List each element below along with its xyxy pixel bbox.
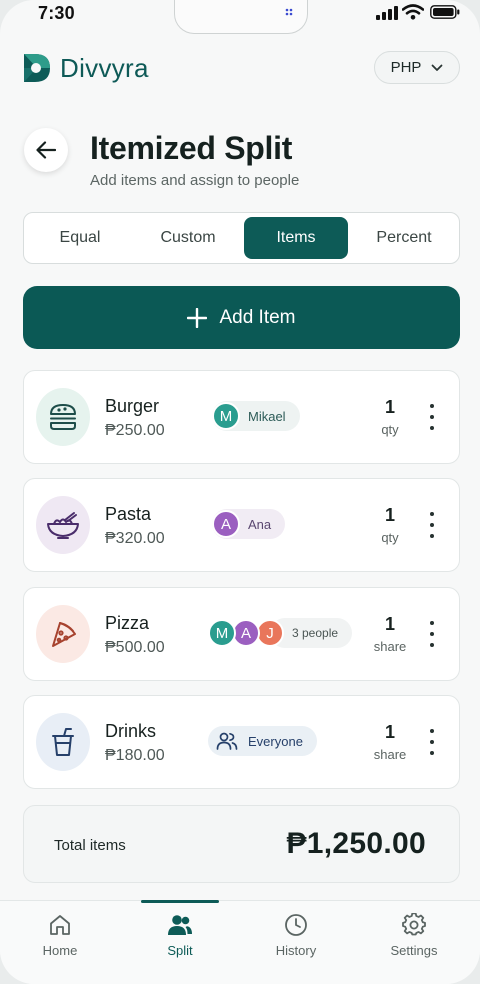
- assignee-chip[interactable]: A Ana: [212, 509, 286, 539]
- avatar: J: [256, 619, 284, 647]
- arrow-left-icon: [36, 141, 56, 159]
- item-quantity: 1: [384, 397, 395, 417]
- nav-label: Settings: [390, 943, 438, 958]
- total-summary: Total items ₱1,250.00: [23, 805, 460, 883]
- assignee-pill: Everyone: [208, 726, 317, 756]
- item-quantity: 1: [384, 614, 395, 634]
- item-unit: share: [373, 639, 407, 654]
- clock-icon: [285, 914, 307, 936]
- more-options-icon[interactable]: [426, 512, 438, 538]
- item-unit: share: [373, 747, 407, 762]
- assignee-chip[interactable]: M Mikael: [212, 401, 300, 431]
- nav-item-home[interactable]: Home: [20, 913, 100, 958]
- camera-icon: [285, 8, 293, 16]
- bottom-navigation: Home Split History Settings: [0, 900, 480, 984]
- chevron-down-icon: [432, 64, 443, 71]
- wifi-icon: [402, 4, 424, 20]
- item-quantity: 1: [384, 722, 395, 742]
- phone-screen: 7:30 Divvyra PHP Itemized Split Add item…: [0, 0, 480, 984]
- nav-item-history[interactable]: History: [256, 913, 336, 958]
- nav-label: Split: [167, 943, 193, 958]
- plus-icon: [187, 307, 208, 328]
- pasta-bowl-icon: [47, 512, 79, 539]
- tab-items[interactable]: Items: [244, 217, 348, 259]
- drink-cup-icon: [52, 728, 74, 756]
- nav-item-settings[interactable]: Settings: [374, 913, 454, 958]
- assignee-chip[interactable]: Everyone: [208, 726, 317, 756]
- assignee-chip[interactable]: M A J 3 people: [208, 618, 353, 648]
- assignee-label: Ana: [248, 516, 272, 532]
- add-item-label: Add Item: [219, 306, 296, 328]
- item-card-pizza[interactable]: Pizza ₱500.00 M A J 3 people 1 share: [23, 587, 460, 681]
- item-card-drinks[interactable]: Drinks ₱180.00 Everyone 1 share: [23, 695, 460, 789]
- total-label: Total items: [54, 837, 126, 854]
- cellular-signal-icon: [376, 6, 398, 20]
- avatar: M: [212, 402, 240, 430]
- item-unit: qty: [381, 530, 399, 545]
- assignee-pill: M Mikael: [212, 401, 300, 431]
- home-icon: [50, 915, 70, 935]
- battery-icon: [430, 5, 460, 19]
- item-price: ₱500.00: [105, 639, 165, 656]
- item-icon-badge: [36, 713, 90, 771]
- gear-icon: [402, 913, 426, 936]
- assignee-label: 3 people: [292, 626, 339, 640]
- item-quantity: 1: [384, 505, 395, 525]
- item-icon-badge: [36, 388, 90, 446]
- item-card-burger[interactable]: Burger ₱250.00 M Mikael 1 qty: [23, 370, 460, 464]
- item-price: ₱180.00: [105, 747, 165, 764]
- item-unit: qty: [381, 422, 399, 437]
- item-name: Pasta: [105, 504, 152, 524]
- currency-selector[interactable]: PHP: [374, 51, 460, 84]
- burger-icon: [50, 404, 76, 430]
- item-name: Burger: [105, 396, 160, 416]
- brand-name: Divvyra: [60, 52, 149, 83]
- avatar: M: [208, 619, 236, 647]
- tab-equal[interactable]: Equal: [28, 217, 132, 259]
- item-price: ₱250.00: [105, 422, 165, 439]
- item-name: Drinks: [105, 721, 157, 741]
- assignee-label: Everyone: [248, 733, 303, 749]
- status-bar: 7:30: [0, 0, 480, 34]
- nav-item-split[interactable]: Split: [140, 913, 220, 958]
- avatar: A: [212, 510, 240, 538]
- tab-percent[interactable]: Percent: [352, 217, 456, 259]
- more-options-icon[interactable]: [426, 621, 438, 647]
- back-button[interactable]: [24, 128, 68, 172]
- active-tab-indicator: [141, 900, 219, 903]
- assignee-pill: A Ana: [212, 509, 286, 539]
- item-card-pasta[interactable]: Pasta ₱320.00 A Ana 1 qty: [23, 478, 460, 572]
- divvyra-logo-icon: [24, 54, 50, 82]
- dynamic-island: [174, 0, 308, 34]
- total-amount: ₱1,250.00: [286, 827, 426, 860]
- people-icon: [168, 915, 192, 935]
- item-icon-badge: [36, 605, 90, 663]
- item-price: ₱320.00: [105, 530, 165, 547]
- more-options-icon[interactable]: [426, 729, 438, 755]
- item-icon-badge: [36, 496, 90, 554]
- more-options-icon[interactable]: [426, 404, 438, 430]
- app-brand: Divvyra: [22, 52, 149, 84]
- item-name: Pizza: [105, 613, 150, 633]
- tab-custom[interactable]: Custom: [136, 217, 240, 259]
- nav-label: Home: [42, 943, 78, 958]
- avatar: A: [232, 619, 260, 647]
- assignee-label: Mikael: [248, 408, 286, 424]
- pizza-slice-icon: [52, 622, 76, 647]
- status-time: 7:30: [38, 3, 75, 23]
- add-item-button[interactable]: Add Item: [23, 286, 460, 349]
- currency-value: PHP: [390, 59, 422, 76]
- page-title: Itemized Split: [90, 130, 293, 166]
- people-icon: [216, 732, 238, 750]
- nav-label: History: [275, 943, 317, 958]
- split-mode-tabs: Equal Custom Items Percent: [23, 212, 460, 264]
- page-subtitle: Add items and assign to people: [90, 172, 300, 189]
